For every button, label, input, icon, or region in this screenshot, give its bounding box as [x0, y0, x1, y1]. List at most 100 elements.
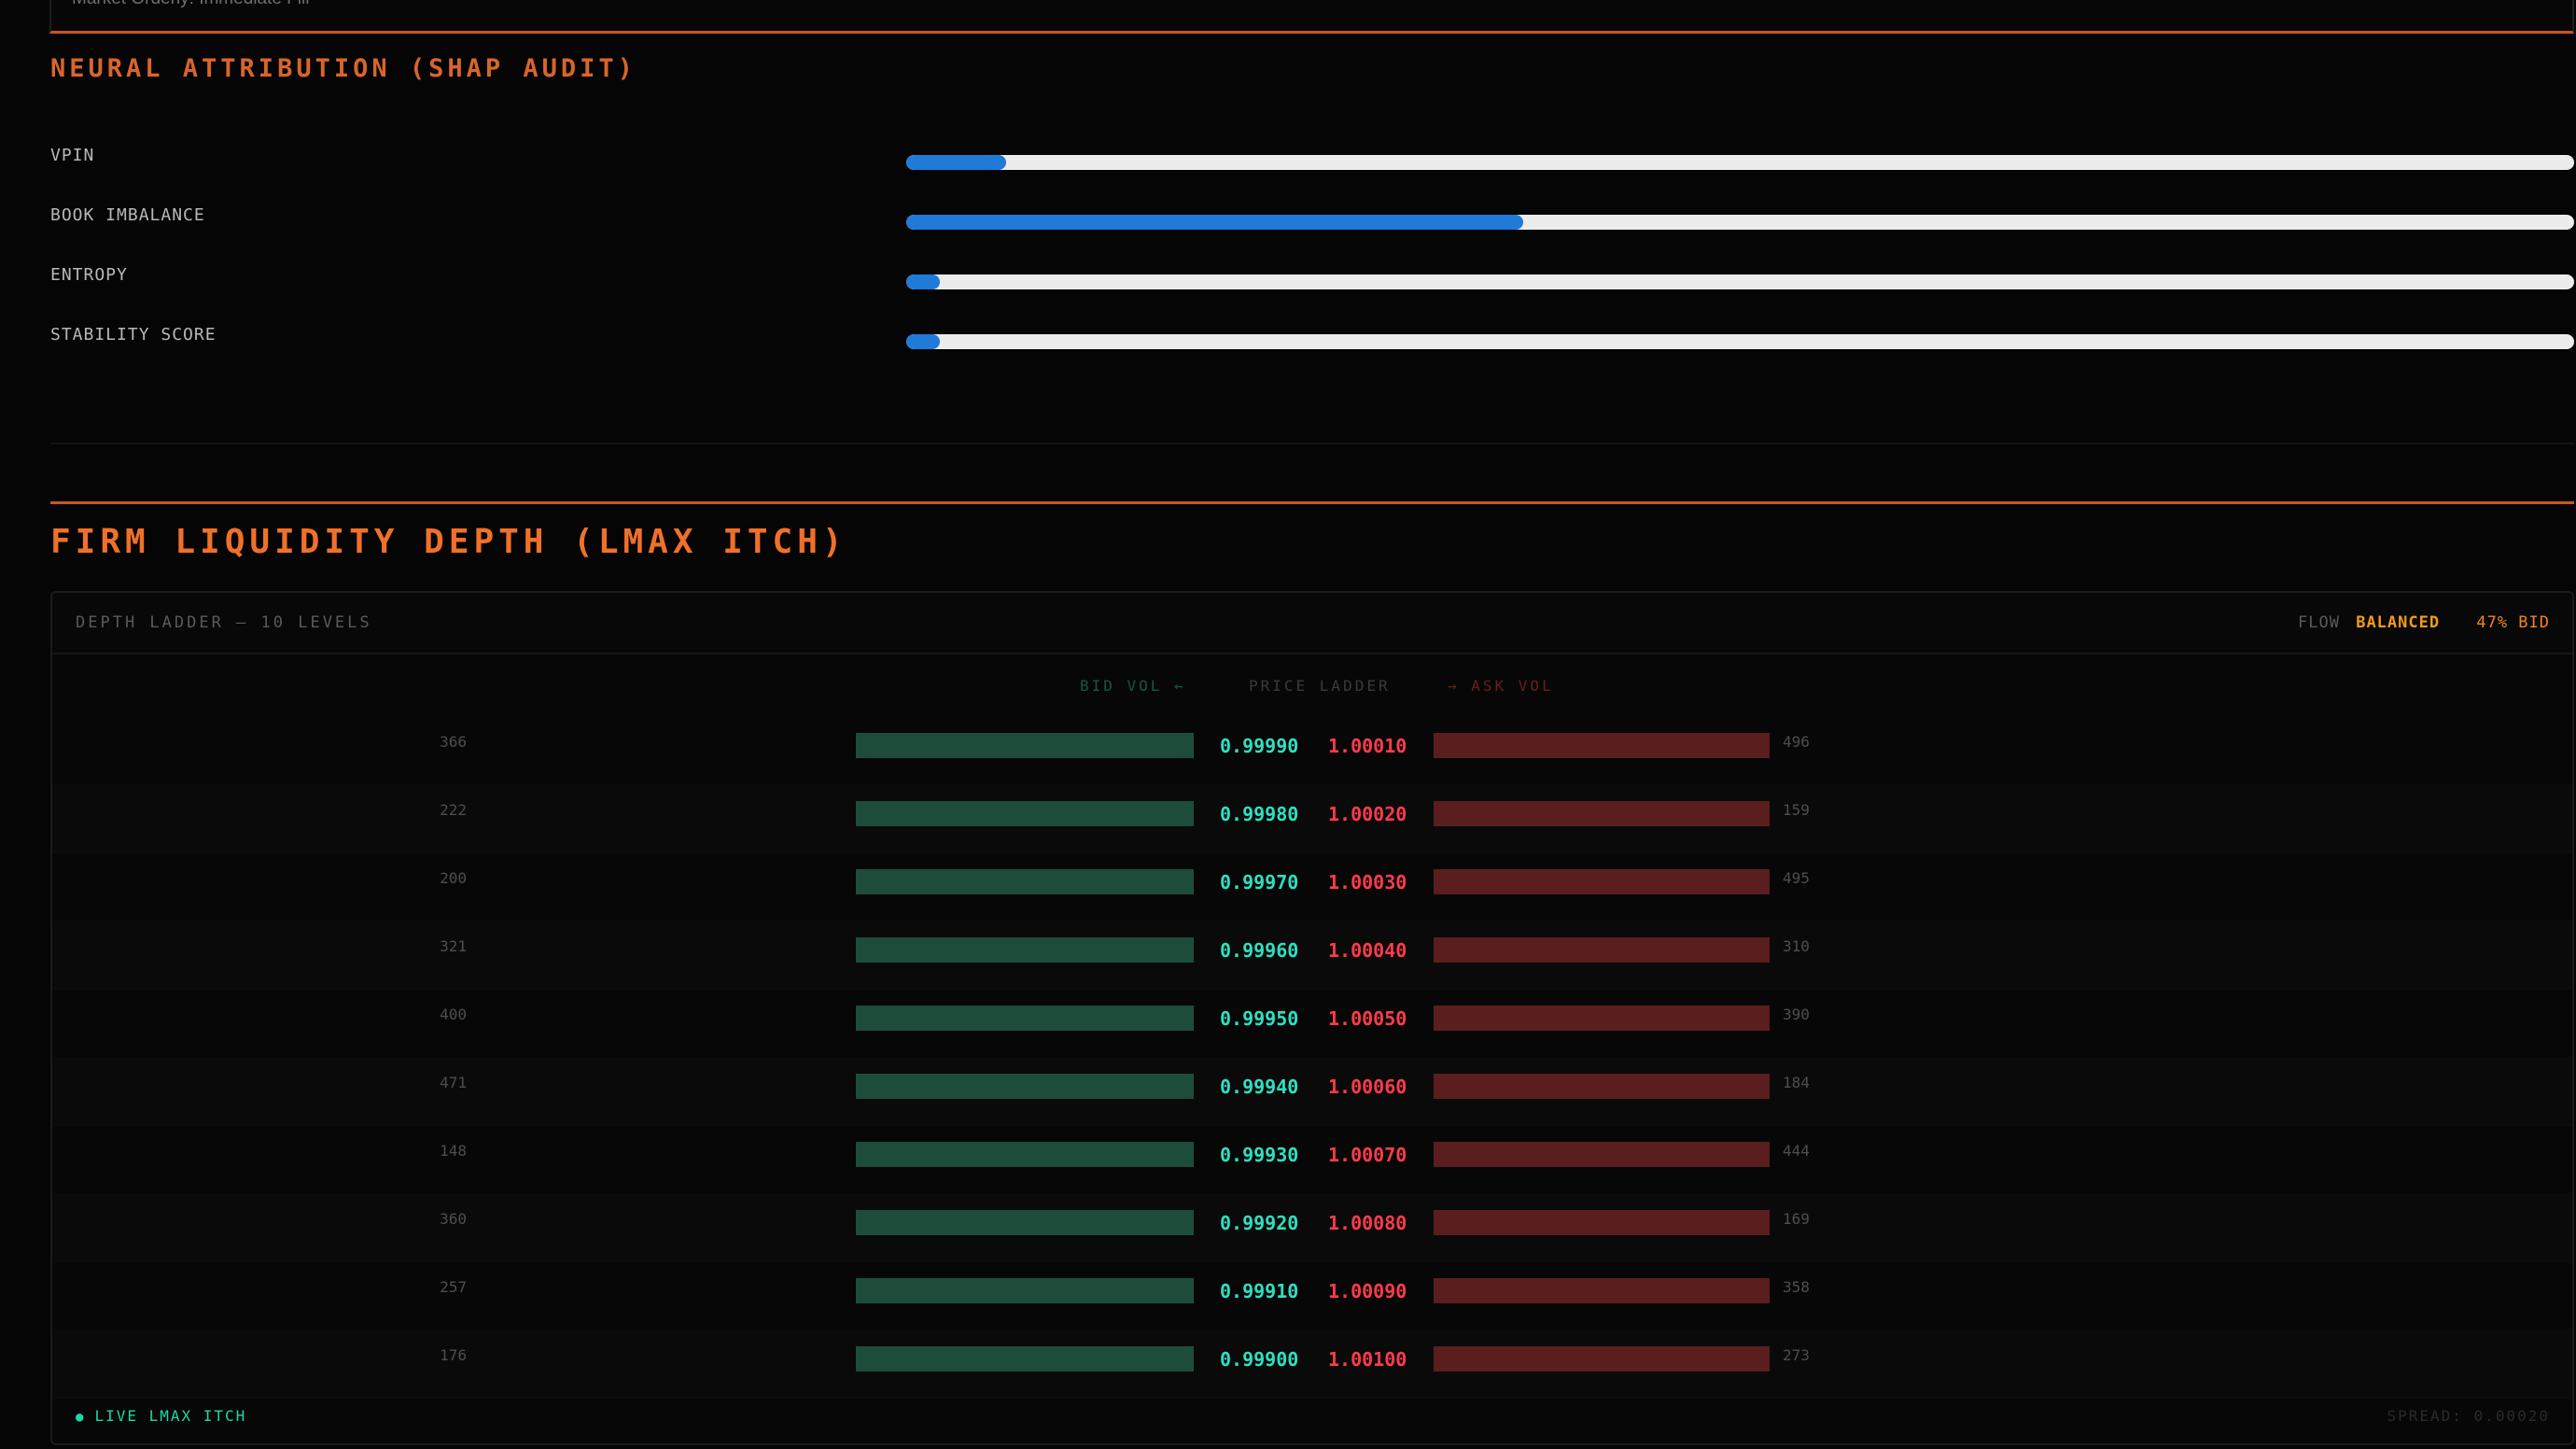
spread-readout: SPREAD: 0.00020 [2387, 1407, 2550, 1425]
order-panel-text: Market Orderly: Immediate Fill [72, 0, 309, 9]
ask-price: 1.00020 [1328, 803, 1407, 825]
flow-indicator: FLOW BALANCED 47% BID [2298, 613, 2550, 632]
ask-price: 1.00030 [1328, 871, 1407, 893]
ask-volume-bar [1434, 733, 1770, 758]
ask-price: 1.00060 [1328, 1076, 1407, 1098]
ladder-row: 360 0.99920 1.00080 169 [52, 1193, 2572, 1262]
shap-row-entropy: ENTROPY [50, 265, 2574, 302]
live-feed-indicator: ● LIVE LMAX ITCH [76, 1407, 246, 1425]
bid-volume: 148 [440, 1142, 467, 1160]
ask-price: 1.00080 [1328, 1212, 1407, 1234]
ask-volume: 184 [1783, 1074, 1810, 1091]
bid-price: 0.99970 [1220, 871, 1299, 893]
shap-bar-fill [906, 215, 1524, 230]
ask-price: 1.00040 [1328, 939, 1407, 962]
ask-volume-bar [1434, 869, 1770, 894]
ask-volume: 159 [1783, 801, 1810, 819]
shap-label: BOOK IMBALANCE [50, 205, 205, 225]
ladder-row: 471 0.99940 1.00060 184 [52, 1057, 2572, 1126]
bid-volume: 471 [440, 1074, 467, 1091]
shap-label: STABILITY SCORE [50, 325, 217, 345]
bid-volume: 200 [440, 869, 467, 887]
ladder-row: 200 0.99970 1.00030 495 [52, 852, 2572, 921]
bid-volume-bar [856, 1074, 1194, 1099]
shap-label: VPIN [50, 146, 95, 165]
bid-price: 0.99910 [1220, 1280, 1299, 1302]
bid-volume: 222 [440, 801, 467, 819]
bid-price: 0.99950 [1220, 1007, 1299, 1030]
ladder-header-label: DEPTH LADDER — 10 LEVELS [76, 613, 372, 632]
bid-volume-bar [856, 1006, 1194, 1031]
shap-bar-fill [906, 334, 940, 349]
section-divider [50, 443, 2574, 444]
bid-volume: 176 [440, 1346, 467, 1364]
bid-volume-bar [856, 937, 1194, 963]
bid-price: 0.99940 [1220, 1076, 1299, 1098]
ask-volume: 169 [1783, 1210, 1810, 1228]
section-divider-accent [50, 501, 2574, 504]
ask-volume: 495 [1783, 869, 1810, 887]
ask-volume-bar [1434, 1210, 1770, 1235]
ask-volume-bar [1434, 1346, 1770, 1372]
shap-row-stability-score: STABILITY SCORE [50, 325, 2574, 362]
bid-volume-bar [856, 869, 1194, 894]
ladder-row: 257 0.99910 1.00090 358 [52, 1261, 2572, 1330]
ask-volume-bar [1434, 937, 1770, 963]
shap-bar-track [906, 215, 2574, 230]
ask-volume-bar [1434, 1006, 1770, 1031]
bid-volume: 360 [440, 1210, 467, 1228]
order-panel: Market Orderly: Immediate Fill [49, 0, 2574, 34]
ask-volume: 444 [1783, 1142, 1810, 1160]
flow-label: FLOW [2298, 613, 2340, 632]
column-header-ask-vol: → ASK VOL [1448, 677, 1554, 695]
shap-section-title: NEURAL ATTRIBUTION (SHAP AUDIT) [50, 54, 637, 83]
ladder-row: 400 0.99950 1.00050 390 [52, 989, 2572, 1058]
ask-volume-bar [1434, 1074, 1770, 1099]
bid-volume-bar [856, 1142, 1194, 1167]
ladder-row: 176 0.99900 1.00100 273 [52, 1329, 2572, 1399]
shap-row-vpin: VPIN [50, 146, 2574, 183]
shap-row-book-imbalance: BOOK IMBALANCE [50, 205, 2574, 243]
ladder-row: 148 0.99930 1.00070 444 [52, 1125, 2572, 1194]
column-header-price-ladder: PRICE LADDER [1249, 677, 1391, 695]
ask-price: 1.00090 [1328, 1280, 1407, 1302]
live-feed-label: LIVE LMAX ITCH [94, 1407, 247, 1425]
ask-price: 1.00070 [1328, 1144, 1407, 1166]
depth-ladder-panel: DEPTH LADDER — 10 LEVELS FLOW BALANCED 4… [50, 591, 2574, 1445]
ask-volume: 390 [1783, 1006, 1810, 1023]
bid-price: 0.99960 [1220, 939, 1299, 962]
bid-volume-bar [856, 1346, 1194, 1372]
ask-volume: 496 [1783, 733, 1810, 751]
bid-volume: 257 [440, 1278, 467, 1296]
ask-volume-bar [1434, 1278, 1770, 1303]
column-header-bid-vol: BID VOL ← [1080, 677, 1186, 695]
bid-volume: 366 [440, 733, 467, 751]
ask-price: 1.00050 [1328, 1007, 1407, 1030]
ask-price: 1.00010 [1328, 735, 1407, 757]
ask-volume: 358 [1783, 1278, 1810, 1296]
bid-price: 0.99930 [1220, 1144, 1299, 1166]
ladder-row: 321 0.99960 1.00040 310 [52, 921, 2572, 990]
ladder-header: DEPTH LADDER — 10 LEVELS FLOW BALANCED 4… [52, 593, 2572, 654]
live-dot-icon: ● [76, 1410, 86, 1425]
bid-price: 0.99990 [1220, 735, 1299, 757]
shap-bar-fill [906, 274, 940, 289]
ask-volume: 273 [1783, 1346, 1810, 1364]
shap-bar-track [906, 334, 2574, 349]
bid-volume-bar [856, 733, 1194, 758]
flow-state-badge: BALANCED [2356, 613, 2441, 632]
bid-price: 0.99980 [1220, 803, 1299, 825]
bid-volume: 400 [440, 1006, 467, 1023]
bid-price: 0.99920 [1220, 1212, 1299, 1234]
ask-volume: 310 [1783, 937, 1810, 955]
ask-price: 1.00100 [1328, 1348, 1407, 1371]
bid-volume: 321 [440, 937, 467, 955]
shap-bar-track [906, 155, 2574, 170]
bid-price: 0.99900 [1220, 1348, 1299, 1371]
dashboard-page: Market Orderly: Immediate Fill NEURAL AT… [0, 0, 2576, 1449]
ladder-row: 366 0.99990 1.00010 496 [52, 716, 2572, 785]
shap-label: ENTROPY [50, 265, 128, 285]
flow-bid-percent: 47% BID [2476, 613, 2550, 632]
bid-volume-bar [856, 1278, 1194, 1303]
shap-bar-track [906, 274, 2574, 289]
